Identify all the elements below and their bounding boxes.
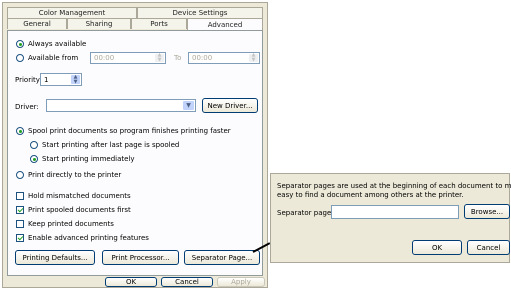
ok-button[interactable]: OK: [105, 277, 157, 287]
priority-label: Priority:: [15, 76, 42, 84]
spool-option[interactable]: Spool print documents so program finishe…: [16, 127, 231, 135]
tab-row-top: Color Management Device Settings: [7, 7, 263, 18]
priority-field[interactable]: 1 ▲ ▼: [40, 73, 82, 86]
keep-printed-option[interactable]: Keep printed documents: [16, 220, 114, 228]
separator-cancel-button[interactable]: Cancel: [467, 240, 510, 255]
always-available-radio[interactable]: [16, 40, 24, 48]
apply-button: Apply: [217, 277, 265, 287]
spin-arrows-icon[interactable]: ▲ ▼: [155, 53, 164, 63]
start-after-last-radio[interactable]: [30, 141, 38, 149]
tab-row-bottom: General Sharing Ports Advanced: [7, 18, 263, 30]
separator-description: Separator pages are used at the beginnin…: [277, 182, 511, 200]
spin-arrows-icon[interactable]: ▲ ▼: [249, 53, 258, 63]
priority-value: 1: [44, 75, 49, 84]
to-label: To: [174, 54, 182, 62]
tab-sharing[interactable]: Sharing: [67, 18, 131, 29]
printer-properties-panel: Color Management Device Settings General…: [2, 2, 268, 288]
print-directly-label: Print directly to the printer: [28, 171, 122, 179]
from-time-value: 00:00: [94, 54, 115, 62]
driver-label: Driver:: [15, 103, 39, 111]
separator-page-label: Separator page:: [277, 209, 334, 217]
separator-page-button[interactable]: Separator Page...: [184, 250, 260, 265]
start-after-last-option[interactable]: Start printing after last page is spoole…: [30, 141, 179, 149]
advanced-tab-page: Always available Available from 00:00 ▲ ▼…: [7, 30, 263, 276]
separator-description-line1: Separator pages are used at the beginnin…: [277, 182, 511, 190]
cancel-button[interactable]: Cancel: [161, 277, 213, 287]
browse-button[interactable]: Browse...: [464, 204, 510, 219]
separator-ok-button[interactable]: OK: [412, 240, 462, 255]
tab-color-management[interactable]: Color Management: [7, 7, 137, 18]
tab-advanced[interactable]: Advanced: [187, 18, 263, 30]
driver-select[interactable]: ▼: [46, 99, 196, 112]
spooled-first-checkbox[interactable]: [16, 206, 24, 214]
spool-radio[interactable]: [16, 127, 24, 135]
available-from-label: Available from: [28, 54, 79, 62]
advanced-features-checkbox[interactable]: [16, 234, 24, 242]
spooled-first-option[interactable]: Print spooled documents first: [16, 206, 131, 214]
start-after-last-label: Start printing after last page is spoole…: [42, 141, 180, 149]
keep-printed-label: Keep printed documents: [28, 220, 114, 228]
always-available-label: Always available: [28, 40, 87, 48]
tab-device-settings[interactable]: Device Settings: [137, 7, 263, 18]
tab-ports[interactable]: Ports: [131, 18, 187, 29]
print-processor-button[interactable]: Print Processor...: [102, 250, 179, 265]
advanced-features-label: Enable advanced printing features: [28, 234, 149, 242]
chevron-down-icon[interactable]: ▼: [183, 101, 194, 110]
spin-arrows-icon[interactable]: ▲ ▼: [71, 74, 80, 84]
separator-page-dialog: Separator pages are used at the beginnin…: [270, 173, 511, 263]
hold-mismatched-checkbox[interactable]: [16, 192, 24, 200]
print-directly-option[interactable]: Print directly to the printer: [16, 171, 121, 179]
new-driver-button[interactable]: New Driver...: [202, 98, 258, 113]
available-from-time-field[interactable]: 00:00 ▲ ▼: [90, 52, 166, 64]
advanced-features-option[interactable]: Enable advanced printing features: [16, 234, 149, 242]
hold-mismatched-label: Hold mismatched documents: [28, 192, 131, 200]
available-to-time-field[interactable]: 00:00 ▲ ▼: [188, 52, 260, 64]
printing-defaults-button[interactable]: Printing Defaults...: [15, 250, 95, 265]
available-from-option[interactable]: Available from: [16, 54, 78, 62]
keep-printed-checkbox[interactable]: [16, 220, 24, 228]
start-immediately-option[interactable]: Start printing immediately: [30, 155, 135, 163]
print-directly-radio[interactable]: [16, 171, 24, 179]
spooled-first-label: Print spooled documents first: [28, 206, 131, 214]
tab-general[interactable]: General: [7, 18, 67, 29]
available-from-radio[interactable]: [16, 54, 24, 62]
start-immediately-radio[interactable]: [30, 155, 38, 163]
separator-page-field[interactable]: [331, 205, 459, 219]
spool-label: Spool print documents so program finishe…: [28, 127, 231, 135]
start-immediately-label: Start printing immediately: [42, 155, 135, 163]
always-available-option[interactable]: Always available: [16, 40, 86, 48]
to-time-value: 00:00: [192, 54, 213, 62]
hold-mismatched-option[interactable]: Hold mismatched documents: [16, 192, 131, 200]
separator-description-line2: easy to find a document among others at …: [277, 191, 464, 199]
